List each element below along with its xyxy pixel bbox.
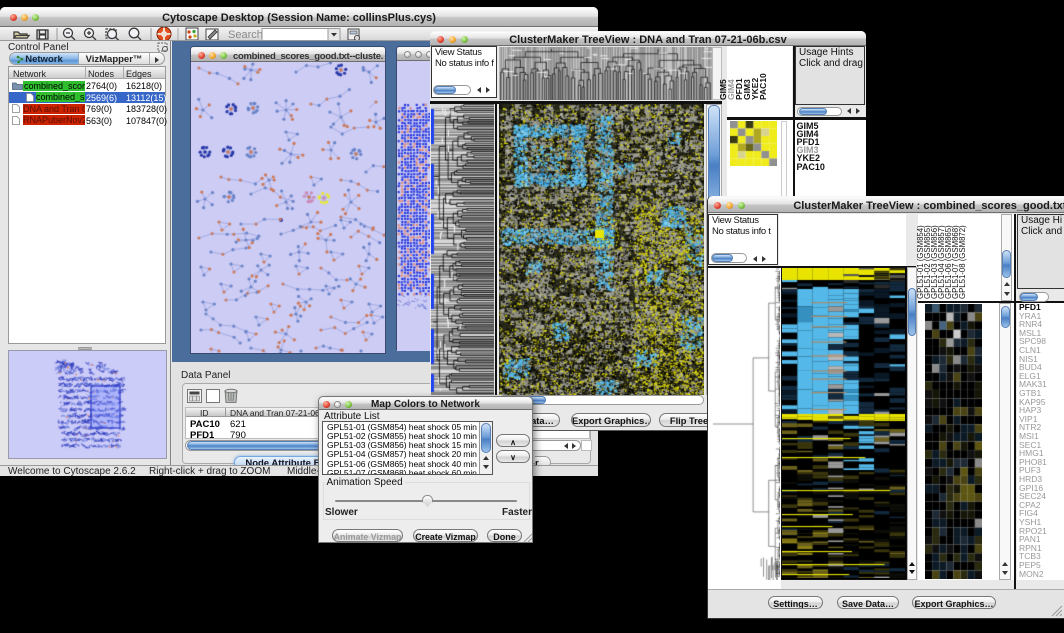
svg-text:Search:: Search: [228, 29, 266, 41]
